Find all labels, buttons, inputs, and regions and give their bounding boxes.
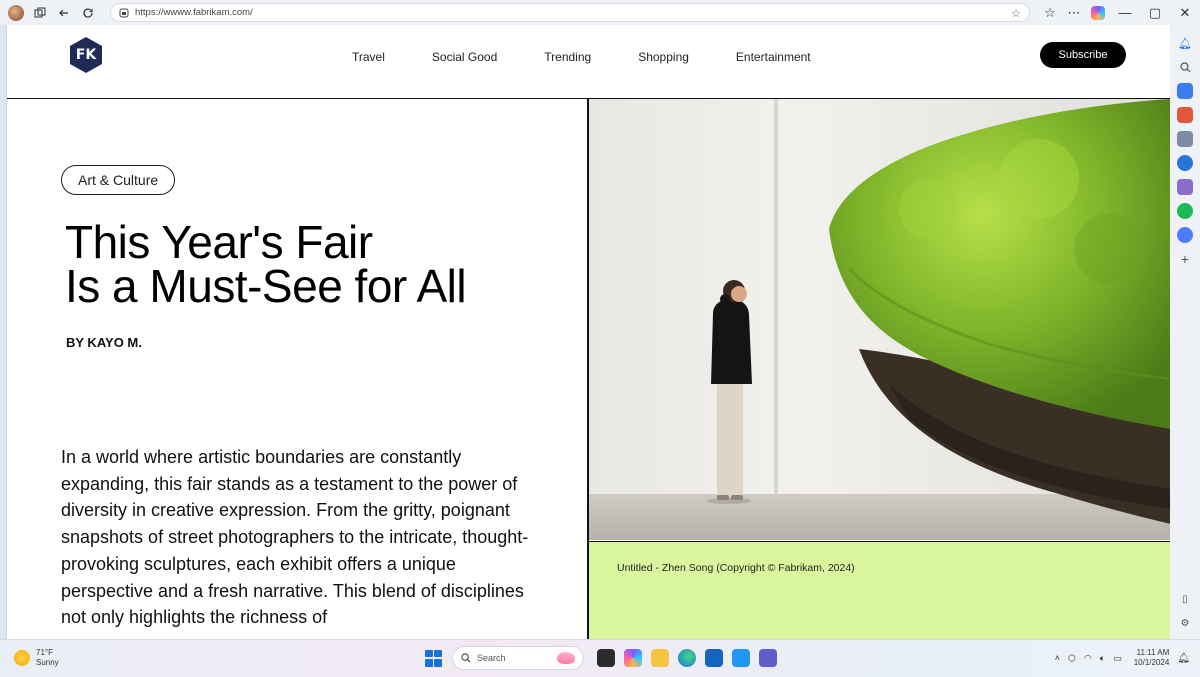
chess-icon[interactable] — [1177, 179, 1193, 195]
network-icon[interactable]: ⬡ — [1068, 653, 1076, 664]
article-body: In a world where artistic boundaries are… — [61, 447, 529, 628]
image-caption: Untitled - Zhen Song (Copyright © Fabrik… — [617, 562, 855, 574]
sun-icon — [14, 650, 30, 666]
lock-icon — [119, 8, 129, 17]
nav-travel[interactable]: Travel — [352, 50, 385, 64]
volume-icon[interactable]: 🔈︎ — [1100, 653, 1105, 664]
games-icon[interactable] — [1177, 131, 1193, 147]
article-headline: This Year's Fair Is a Must-See for All — [65, 216, 467, 312]
split-screen-icon[interactable]: ▯ — [1177, 591, 1193, 607]
store-icon[interactable] — [704, 649, 723, 667]
copilot-app-icon[interactable] — [623, 649, 642, 667]
refresh-icon[interactable] — [76, 2, 100, 24]
add-icon[interactable]: + — [1177, 251, 1193, 267]
search-icon — [461, 653, 471, 663]
to-do-icon[interactable] — [731, 649, 750, 667]
url-text: https://wwww.fabrikam.com/ — [135, 7, 253, 18]
article-byline: BY KAYO M. — [66, 335, 142, 350]
artwork-image — [589, 99, 1170, 540]
office-icon[interactable] — [1177, 155, 1193, 171]
caption-panel: Untitled - Zhen Song (Copyright © Fabrik… — [589, 541, 1170, 639]
tab-actions-icon[interactable] — [28, 2, 52, 24]
chevron-up-icon[interactable]: ˄ — [1055, 653, 1060, 663]
nav-entertainment[interactable]: Entertainment — [736, 50, 811, 64]
subscribe-button[interactable]: Subscribe — [1040, 42, 1126, 68]
battery-icon[interactable]: ▭ — [1113, 653, 1122, 664]
weather-widget[interactable]: 71°F Sunny — [14, 648, 59, 668]
taskbar-search[interactable]: Search — [452, 646, 584, 670]
search-icon[interactable] — [1177, 59, 1193, 75]
main-nav: Travel Social Good Trending Shopping Ent… — [352, 50, 858, 64]
add-favorite-icon[interactable]: ☆ — [1011, 7, 1021, 20]
messenger-icon[interactable] — [1177, 227, 1193, 243]
spotify-icon[interactable] — [1177, 203, 1193, 219]
notification-bell-icon[interactable]: 🔔︎ — [1177, 35, 1193, 51]
toolbox-icon[interactable] — [1177, 107, 1193, 123]
nav-social-good[interactable]: Social Good — [432, 50, 497, 64]
address-bar[interactable]: https://wwww.fabrikam.com/ ☆ — [110, 3, 1030, 22]
minimize-icon[interactable]: — — [1110, 2, 1140, 24]
windows-taskbar: 71°F Sunny Search ˄ ⬡ ◠ 🔈︎ ▭ 11:11 AM 10… — [0, 639, 1200, 677]
close-icon[interactable]: ✕ — [1170, 2, 1200, 24]
nav-trending[interactable]: Trending — [544, 50, 591, 64]
clock-date: 10/1/2024 — [1133, 658, 1170, 667]
nav-shopping[interactable]: Shopping — [638, 50, 689, 64]
weather-condition: Sunny — [36, 658, 59, 667]
edge-sidebar: 🔔︎ + ▯ ⚙ — [1170, 25, 1200, 639]
system-tray: ˄ ⬡ ◠ 🔈︎ ▭ 11:11 AM 10/1/2024 🔔︎ — [1051, 648, 1190, 668]
site-logo[interactable]: FK — [67, 36, 105, 74]
edge-browser-icon[interactable] — [677, 649, 696, 667]
profile-avatar-icon[interactable] — [8, 4, 24, 21]
headline-line-1: This Year's Fair — [65, 216, 373, 268]
logo-text: FK — [75, 47, 97, 63]
search-placeholder: Search — [477, 653, 506, 663]
web-page: FK Travel Social Good Trending Shopping … — [6, 25, 1170, 639]
windows-start-icon[interactable] — [425, 649, 442, 667]
clock[interactable]: 11:11 AM 10/1/2024 — [1134, 648, 1170, 668]
wifi-icon[interactable]: ◠ — [1084, 653, 1092, 664]
more-icon[interactable]: ⋯ — [1062, 2, 1086, 24]
weather-temp: 71°F — [36, 648, 53, 657]
shopping-tag-icon[interactable] — [1177, 83, 1193, 99]
task-view-icon[interactable] — [596, 649, 615, 667]
settings-gear-icon[interactable]: ⚙ — [1177, 615, 1193, 631]
browser-toolbar: https://wwww.fabrikam.com/ ☆ ☆ ⋯ — ▢ ✕ — [0, 0, 1200, 25]
back-arrow-icon[interactable] — [52, 2, 76, 24]
copilot-icon[interactable] — [1086, 2, 1110, 24]
notification-center-icon[interactable]: 🔔︎ — [1177, 653, 1190, 664]
clock-time: 11:11 AM — [1136, 648, 1170, 657]
site-header: FK Travel Social Good Trending Shopping … — [7, 25, 1170, 99]
category-tag[interactable]: Art & Culture — [61, 165, 176, 195]
maximize-icon[interactable]: ▢ — [1140, 2, 1170, 24]
search-highlight-icon — [557, 652, 575, 664]
favorites-icon[interactable]: ☆ — [1038, 2, 1062, 24]
file-explorer-icon[interactable] — [650, 649, 669, 667]
headline-line-2: Is a Must-See for All — [65, 260, 467, 312]
teams-icon[interactable] — [758, 649, 777, 667]
